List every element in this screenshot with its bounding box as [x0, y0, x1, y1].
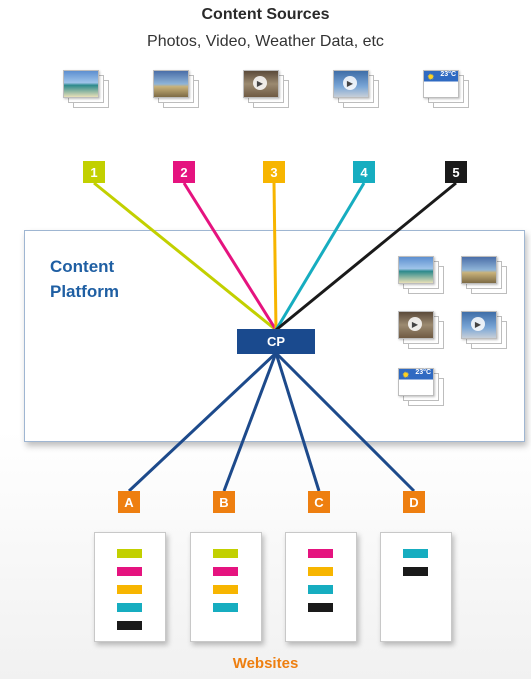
weather-stack-icon: ✹ 23°C	[398, 368, 434, 396]
video-stack-icon: ▶	[461, 311, 497, 339]
content-bar	[403, 567, 428, 576]
source-badge-1: 1	[83, 161, 105, 183]
website-page-d	[380, 532, 452, 642]
source-line-2	[182, 182, 278, 331]
platform-weather-temp: 23°C	[415, 369, 431, 376]
content-bar	[117, 603, 142, 612]
content-bar	[213, 585, 238, 594]
website-line-A	[127, 351, 278, 493]
content-bar	[117, 621, 142, 630]
source-badge-3: 3	[263, 161, 285, 183]
content-bar	[117, 549, 142, 558]
source-badge-2: 2	[173, 161, 195, 183]
content-bar	[308, 567, 333, 576]
content-bar	[403, 549, 428, 558]
source-line-4	[274, 182, 366, 331]
source-line-1	[93, 181, 277, 332]
photo-stack-icon	[398, 256, 434, 284]
content-bar	[213, 603, 238, 612]
cp-hub: CP	[237, 329, 315, 354]
website-badge-d: D	[403, 491, 425, 513]
weather-stack-icon: ✹ 23°C	[423, 70, 459, 98]
website-page-a	[94, 532, 166, 642]
photo-stack-icon	[461, 256, 497, 284]
video-stack-icon: ▶	[243, 70, 279, 98]
video-stack-icon: ▶	[398, 311, 434, 339]
source-badge-4: 4	[353, 161, 375, 183]
source-line-3	[272, 182, 278, 331]
website-page-b	[190, 532, 262, 642]
video-stack-icon: ▶	[333, 70, 369, 98]
source-badge-5: 5	[445, 161, 467, 183]
website-line-B	[222, 352, 278, 492]
content-bar	[308, 585, 333, 594]
websites-label: Websites	[232, 655, 299, 672]
content-bar	[308, 603, 333, 612]
photo-stack-icon	[63, 70, 99, 98]
weather-temp: 23°C	[440, 71, 456, 78]
website-page-c	[285, 532, 357, 642]
content-bar	[308, 549, 333, 558]
content-bar	[213, 549, 238, 558]
photo-stack-icon	[153, 70, 189, 98]
content-bar	[213, 567, 238, 576]
website-badge-b: B	[213, 491, 235, 513]
content-bar	[117, 585, 142, 594]
website-badge-c: C	[308, 491, 330, 513]
website-badge-a: A	[118, 491, 140, 513]
content-bar	[117, 567, 142, 576]
